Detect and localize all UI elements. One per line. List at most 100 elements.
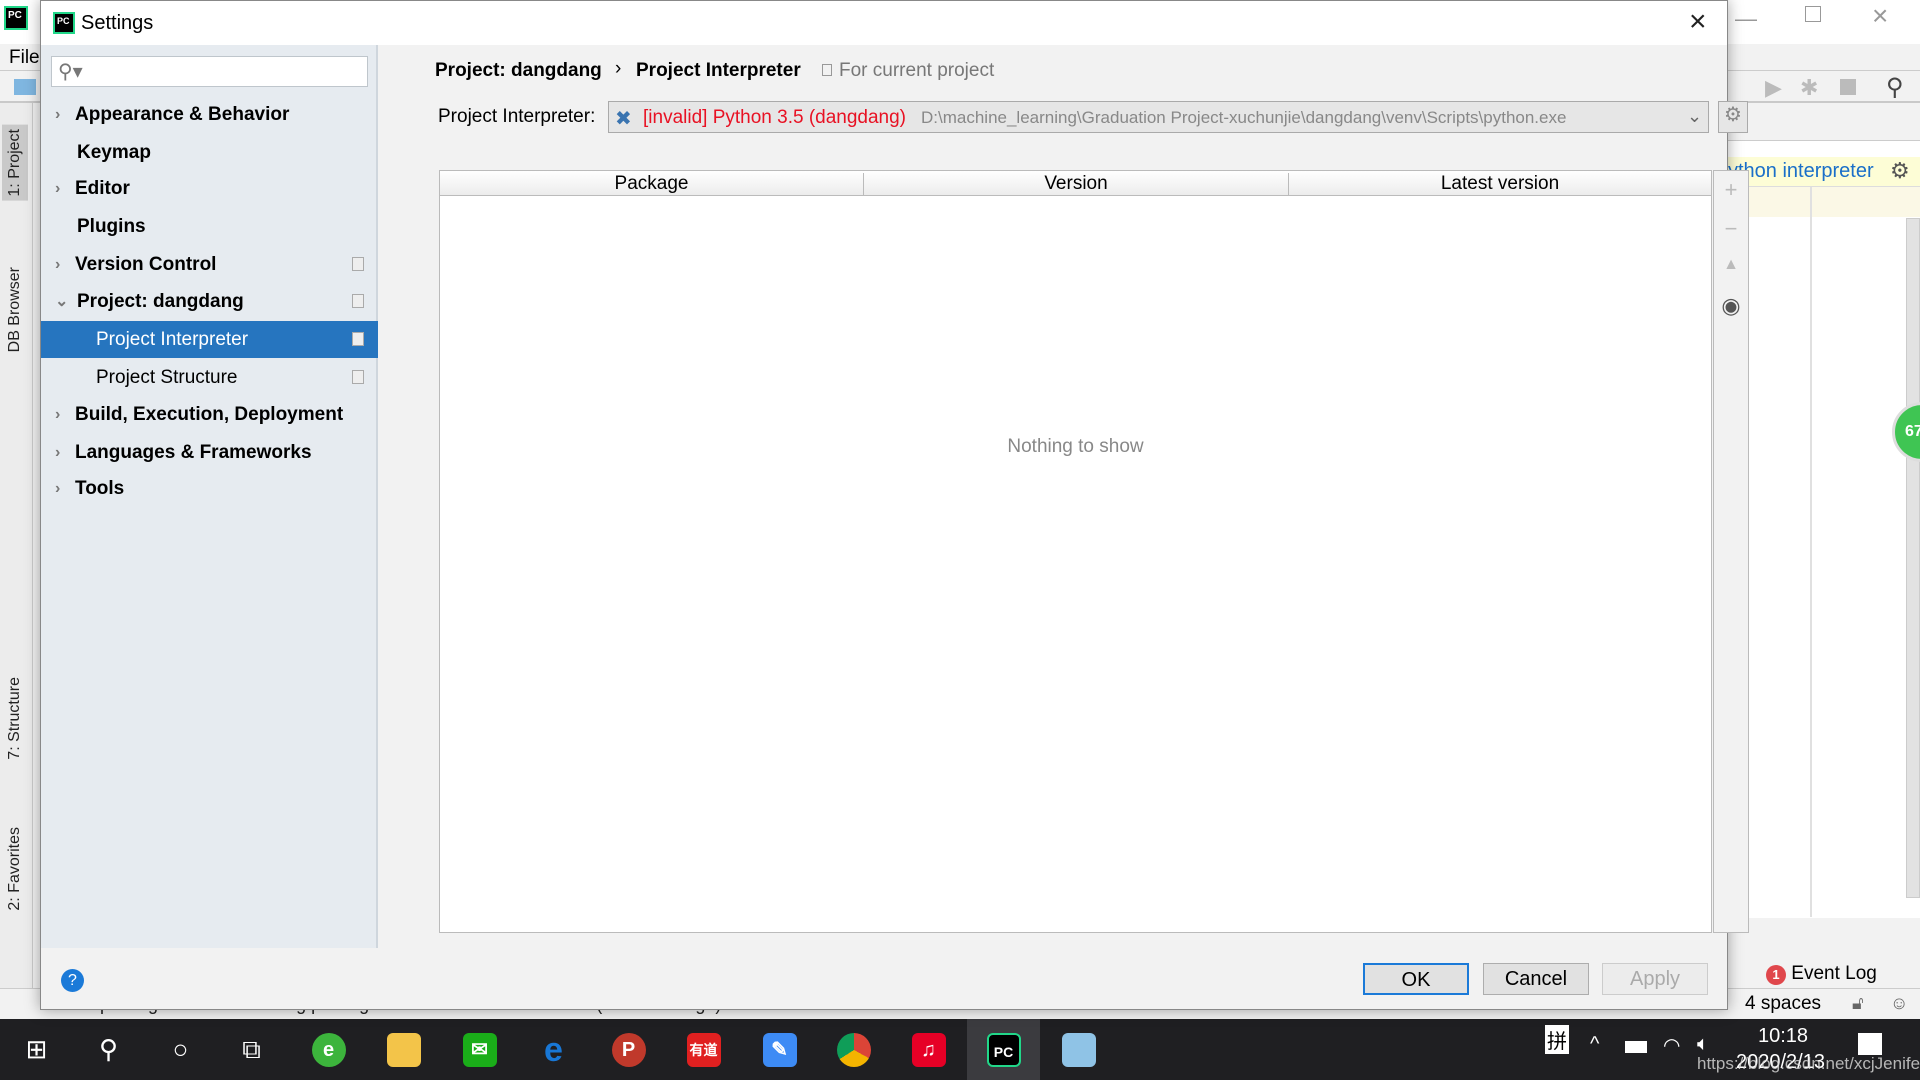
project-scope-icon (352, 257, 364, 271)
file-explorer-icon[interactable] (367, 1019, 440, 1080)
interpreter-settings-button[interactable]: ⚙ (1718, 101, 1748, 133)
sidebar-item-label: Project Interpreter (96, 329, 249, 350)
pycharm-taskbar-icon[interactable]: PC (967, 1019, 1040, 1080)
sidebar-item-project-structure[interactable]: Project Structure (41, 359, 378, 396)
tab-project[interactable]: 1: Project (2, 125, 28, 201)
interpreter-dropdown[interactable]: ✖ [invalid] Python 3.5 (dangdang) D:\mac… (608, 101, 1709, 133)
search-field[interactable] (92, 60, 352, 78)
ok-button[interactable]: OK (1363, 963, 1469, 995)
sidebar-item-tools[interactable]: › Tools (41, 470, 378, 507)
interpreter-warning-banner: ython interpreter ⚙ (1728, 157, 1920, 187)
restore-button[interactable] (1805, 6, 1821, 22)
minimize-button[interactable]: — (1735, 6, 1757, 32)
ime-indicator[interactable]: 拼 (1545, 1025, 1569, 1054)
sidebar-item-plugins[interactable]: Plugins (41, 208, 378, 245)
show-hidden-icons[interactable]: ^ (1590, 1033, 1599, 1056)
search-everywhere-icon[interactable]: ⚲ (1886, 73, 1904, 102)
volume-icon[interactable]: 🔈︎ (1697, 1033, 1709, 1056)
table-header: Package Version Latest version (440, 171, 1711, 196)
sidebar-item-editor[interactable]: › Editor (41, 170, 378, 207)
sidebar-item-label: Version Control (75, 254, 217, 275)
wifi-icon[interactable]: ◠ (1663, 1033, 1680, 1058)
edge-icon[interactable]: e (517, 1019, 590, 1080)
event-log-button[interactable]: 1 Event Log (1766, 963, 1877, 985)
windows-start-icon[interactable]: ⊞ (0, 1019, 73, 1080)
right-margin-line (1810, 187, 1812, 917)
settings-search-input[interactable]: ⚲▾ (51, 56, 368, 87)
column-package[interactable]: Package (440, 173, 864, 195)
interpreter-invalid-label: [invalid] Python 3.5 (dangdang) (643, 107, 907, 128)
task-view-icon[interactable]: ⧉ (215, 1019, 288, 1080)
chevron-right-icon[interactable]: › (55, 246, 60, 283)
gear-icon[interactable]: ⚙ (1890, 158, 1910, 184)
clock-time[interactable]: 10:18 (1758, 1025, 1808, 1048)
editor-scrollbar[interactable] (1906, 218, 1920, 898)
add-package-icon[interactable]: + (1714, 177, 1748, 203)
upgrade-package-icon[interactable]: ▲ (1714, 256, 1748, 274)
inspector-icon[interactable]: ☺ (1890, 993, 1908, 1014)
indent-selector[interactable]: 4 spaces (1745, 993, 1821, 1015)
debug-icon[interactable]: ✱ (1800, 75, 1818, 101)
notification-icon[interactable] (1858, 1033, 1882, 1055)
360-browser-icon[interactable]: e (292, 1019, 365, 1080)
column-latest-version[interactable]: Latest version (1289, 173, 1711, 195)
battery-icon[interactable] (1625, 1041, 1647, 1053)
sidebar-item-build-execution-deployment[interactable]: › Build, Execution, Deployment (41, 396, 378, 433)
run-icon[interactable]: ▶ (1765, 75, 1782, 101)
chevron-right-icon[interactable]: › (55, 470, 60, 507)
netease-music-icon[interactable]: ♫ (892, 1019, 965, 1080)
lock-icon[interactable]: 🔓︎ (1852, 993, 1864, 1014)
p-app-icon[interactable]: P (592, 1019, 665, 1080)
wechat-icon[interactable]: ✉ (443, 1019, 516, 1080)
breadcrumb-parent[interactable]: Project: dangdang (435, 60, 602, 82)
empty-table-text: Nothing to show (1007, 436, 1144, 457)
search-icon[interactable]: ⚲ (72, 1019, 145, 1080)
notepad-icon[interactable] (1042, 1019, 1115, 1080)
help-button[interactable]: ? (61, 969, 84, 992)
sidebar-item-project-interpreter[interactable]: Project Interpreter (41, 321, 378, 358)
pen-app-icon[interactable]: ✎ (743, 1019, 816, 1080)
sidebar-item-languages-frameworks[interactable]: › Languages & Frameworks (41, 434, 378, 471)
close-dialog-button[interactable]: × (1689, 5, 1707, 39)
sidebar-item-appearance-behavior[interactable]: › Appearance & Behavior (41, 96, 378, 133)
editor-area[interactable] (1728, 140, 1920, 918)
chevron-down-icon: ⌄ (1687, 106, 1703, 126)
breadcrumb-separator: › (615, 58, 622, 79)
cancel-button[interactable]: Cancel (1483, 963, 1589, 995)
pycharm-logo-icon: PC (53, 12, 75, 34)
editor-gutter (1728, 187, 1920, 217)
youdao-icon[interactable]: 有道 (667, 1019, 740, 1080)
eye-icon[interactable]: ◉ (1714, 293, 1748, 319)
tab-db-browser[interactable]: DB Browser (2, 263, 28, 356)
tab-favorites[interactable]: 2: Favorites (2, 823, 28, 915)
close-window-button[interactable]: × (1872, 0, 1888, 32)
settings-sidebar: ⚲▾ › Appearance & Behavior Keymap › Editor Pl… (41, 45, 378, 948)
project-scope-icon (352, 294, 364, 308)
pycharm-logo-icon: PC (4, 6, 28, 30)
remove-package-icon[interactable]: − (1714, 216, 1748, 242)
stop-icon[interactable] (1840, 79, 1856, 95)
tab-structure[interactable]: 7: Structure (2, 673, 28, 764)
sidebar-item-version-control[interactable]: › Version Control (41, 246, 378, 283)
project-scope-icon (352, 332, 364, 346)
sidebar-item-label: Project Structure (96, 367, 238, 388)
chrome-icon[interactable] (817, 1019, 890, 1080)
chevron-down-icon[interactable]: ⌄ (55, 283, 68, 320)
cortana-icon[interactable]: ○ (144, 1019, 217, 1080)
event-count-badge: 1 (1766, 965, 1786, 985)
scope-icon (822, 64, 832, 76)
chevron-right-icon[interactable]: › (55, 434, 60, 471)
configure-interpreter-link[interactable]: ython interpreter (1728, 160, 1874, 182)
sidebar-item-project-dangdang[interactable]: ⌄ Project: dangdang (41, 283, 378, 320)
event-log-label: Event Log (1791, 963, 1877, 984)
sidebar-item-label: Tools (75, 478, 125, 499)
menu-file[interactable]: File (9, 47, 40, 69)
column-version[interactable]: Version (864, 173, 1289, 195)
chevron-right-icon[interactable]: › (55, 396, 60, 433)
scope-label: For current project (839, 60, 995, 81)
watermark: https://blog.csdn.net/xcjJenifer (1697, 1054, 1920, 1073)
sidebar-item-keymap[interactable]: Keymap (41, 134, 378, 171)
apply-button[interactable]: Apply (1602, 963, 1708, 995)
chevron-right-icon[interactable]: › (55, 170, 60, 207)
chevron-right-icon[interactable]: › (55, 96, 60, 133)
